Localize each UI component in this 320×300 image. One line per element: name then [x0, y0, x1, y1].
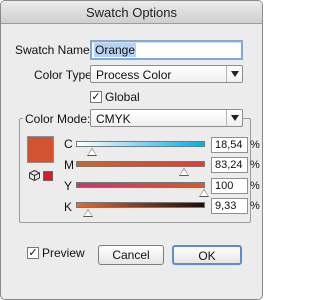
swatch-name-label: Swatch Name:	[15, 43, 94, 57]
black-slider[interactable]	[76, 202, 205, 208]
color-type-value: Process Color	[96, 68, 172, 82]
preview-checkbox[interactable]: ✓	[27, 247, 39, 259]
magenta-slider[interactable]	[76, 161, 205, 167]
swatch-name-value: Orange	[94, 43, 137, 57]
cyan-unit: %	[250, 139, 260, 151]
black-value-input[interactable]: 9,33	[211, 198, 248, 214]
magenta-slider-thumb-fill	[180, 169, 188, 175]
global-label: Global	[105, 90, 140, 104]
channel-label-y: Y	[64, 179, 73, 193]
swatch-name-input[interactable]: Orange	[90, 40, 243, 60]
color-type-select[interactable]: Process Color	[90, 65, 243, 83]
color-mode-select[interactable]: CMYK	[90, 109, 243, 127]
channel-label-k: K	[64, 200, 73, 214]
swatch-options-dialog: Swatch Options Swatch Name: Orange Color…	[0, 0, 263, 300]
yellow-slider[interactable]	[76, 182, 205, 188]
global-checkbox[interactable]: ✓	[90, 91, 102, 103]
cube-warning-icon[interactable]	[29, 170, 40, 181]
black-slider-thumb-fill	[84, 210, 92, 216]
checkmark-icon: ✓	[91, 91, 101, 103]
yellow-value-input[interactable]: 100	[211, 178, 248, 194]
out-of-gamut-swatch[interactable]	[43, 171, 53, 181]
cyan-slider[interactable]	[76, 141, 205, 147]
color-swatch-preview	[27, 136, 54, 163]
color-mode-label: Color Mode:	[23, 112, 93, 126]
chevron-down-icon	[226, 110, 242, 126]
color-mode-value: CMYK	[96, 112, 131, 126]
black-unit: %	[250, 200, 260, 212]
magenta-unit: %	[250, 159, 260, 171]
preview-label: Preview	[42, 246, 85, 260]
yellow-slider-thumb-fill	[200, 190, 208, 196]
cyan-slider-thumb-fill	[88, 149, 96, 155]
chevron-down-icon	[226, 66, 242, 82]
color-type-label: Color Type:	[34, 68, 96, 82]
channel-label-m: M	[64, 158, 74, 172]
ok-button[interactable]: OK	[172, 245, 242, 265]
title-bar[interactable]: Swatch Options	[1, 1, 262, 24]
checkmark-icon: ✓	[28, 247, 38, 259]
yellow-unit: %	[250, 180, 260, 192]
channel-label-c: C	[64, 137, 73, 151]
cyan-value-input[interactable]: 18,54	[211, 137, 248, 153]
window-title: Swatch Options	[85, 5, 178, 20]
magenta-value-input[interactable]: 83,24	[211, 157, 248, 173]
cancel-button[interactable]: Cancel	[98, 245, 164, 265]
